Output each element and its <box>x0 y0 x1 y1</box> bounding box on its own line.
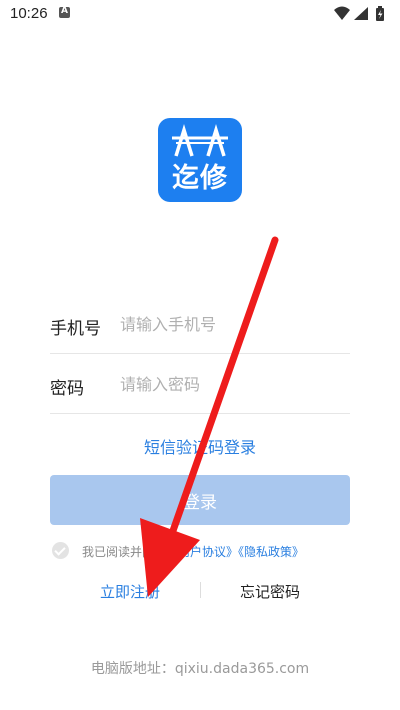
pc-address: 电脑版地址：qixiu.dada365.com <box>90 661 310 677</box>
signal-icon <box>354 7 368 20</box>
phone-label: 手机号 <box>50 319 101 339</box>
phone-row: 手机号 <box>50 294 350 354</box>
battery-cap <box>378 6 382 8</box>
bottom-links: 立即注册 忘记密码 <box>0 578 400 602</box>
phone-input[interactable] <box>120 308 346 340</box>
notification-letter: A <box>61 6 68 16</box>
register-link[interactable]: 立即注册 <box>60 581 200 602</box>
status-icons <box>334 6 384 21</box>
forgot-password-link[interactable]: 忘记密码 <box>200 581 340 602</box>
notification-icon: A <box>59 6 70 18</box>
agreement-row: 我已阅读并同意《用户协议》《隐私政策》 <box>52 541 362 561</box>
password-row: 密码 <box>50 354 350 414</box>
agreement-text: 我已阅读并同意《用户协议》《隐私政策》 <box>82 543 304 560</box>
sms-login-link[interactable]: 短信验证码登录 <box>0 434 400 458</box>
status-bar: 10:26 A <box>0 0 400 28</box>
status-time: 10:26 <box>10 5 48 22</box>
password-input[interactable] <box>120 368 346 400</box>
login-button[interactable]: 登录 <box>50 475 350 525</box>
logo-text: 迄修 <box>172 163 228 194</box>
app-logo: 迄修 <box>158 118 242 202</box>
privacy-policy-link[interactable]: 《隐私政策》 <box>238 545 304 559</box>
agreement-prefix: 我已阅读并同意 <box>82 545 167 559</box>
password-label: 密码 <box>50 379 84 399</box>
wifi-icon <box>334 6 350 20</box>
user-agreement-link[interactable]: 《用户协议》 <box>166 545 238 559</box>
agreement-checkbox[interactable] <box>52 542 69 559</box>
